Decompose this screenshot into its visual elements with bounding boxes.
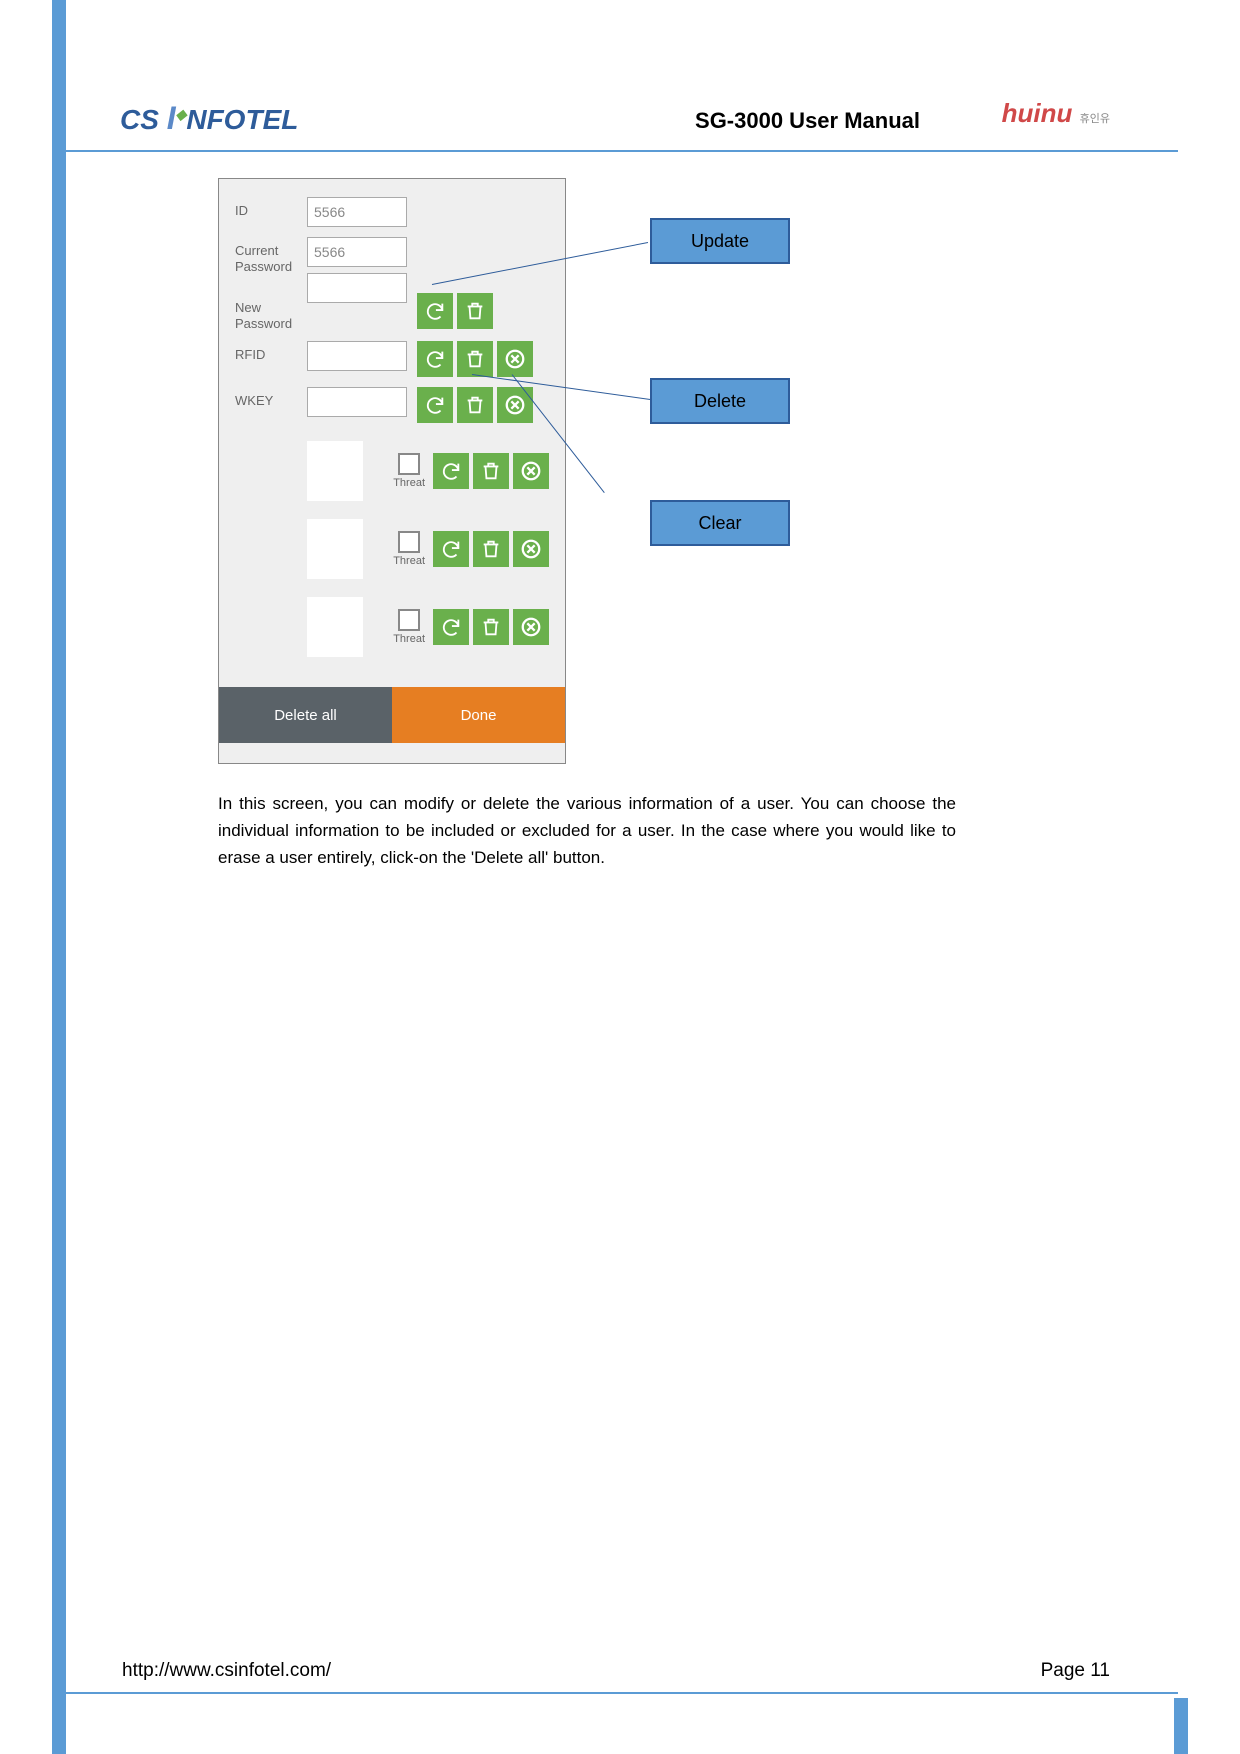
footer-rule — [60, 1692, 1178, 1694]
refresh-icon[interactable] — [433, 531, 469, 567]
thumb-row-1: Threat — [235, 441, 549, 501]
trash-icon[interactable] — [473, 609, 509, 645]
app-screenshot: ID Current Password New Password RFID — [218, 178, 566, 764]
trash-icon[interactable] — [457, 387, 493, 423]
threat-checkbox[interactable]: Threat — [393, 609, 425, 645]
clear-icon[interactable] — [513, 609, 549, 645]
refresh-icon[interactable] — [417, 293, 453, 329]
curpw-label: Current Password — [235, 237, 307, 274]
rfid-row: RFID — [235, 341, 549, 377]
refresh-icon[interactable] — [433, 453, 469, 489]
newpw-label: New Password — [235, 294, 307, 331]
left-accent-bar — [52, 0, 66, 1754]
wkey-input[interactable] — [307, 387, 407, 417]
rfid-label: RFID — [235, 341, 307, 362]
page-header: CS I◆NFOTEL SG-3000 User Manual huinu 휴인… — [120, 98, 1120, 138]
footer-url: http://www.csinfotel.com/ — [122, 1660, 331, 1682]
clear-icon[interactable] — [513, 453, 549, 489]
newpw-input[interactable] — [307, 273, 407, 303]
rfid-input[interactable] — [307, 341, 407, 371]
callout-update: Update — [650, 218, 790, 264]
logo-huinu: huinu 휴인유 — [1002, 98, 1110, 129]
done-button[interactable]: Done — [392, 687, 565, 743]
refresh-icon[interactable] — [417, 387, 453, 423]
refresh-icon[interactable] — [433, 609, 469, 645]
clear-icon[interactable] — [513, 531, 549, 567]
callout-delete: Delete — [650, 378, 790, 424]
body-paragraph: In this screen, you can modify or delete… — [218, 790, 956, 872]
trash-icon[interactable] — [457, 341, 493, 377]
id-row: ID — [235, 197, 549, 227]
threat-checkbox[interactable]: Threat — [393, 453, 425, 489]
id-input[interactable] — [307, 197, 407, 227]
footer-buttons: Delete all Done — [219, 687, 565, 743]
thumb-row-2: Threat — [235, 519, 549, 579]
footer-page: Page 11 — [1041, 1660, 1110, 1682]
trash-icon[interactable] — [457, 293, 493, 329]
thumbnail — [307, 597, 363, 657]
threat-checkbox[interactable]: Threat — [393, 531, 425, 567]
clear-icon[interactable] — [497, 341, 533, 377]
callout-clear: Clear — [650, 500, 790, 546]
trash-icon[interactable] — [473, 531, 509, 567]
wkey-label: WKEY — [235, 387, 307, 408]
refresh-icon[interactable] — [417, 341, 453, 377]
trash-icon[interactable] — [473, 453, 509, 489]
delete-all-button[interactable]: Delete all — [219, 687, 392, 743]
thumbnail — [307, 441, 363, 501]
curpw-input[interactable] — [307, 237, 407, 267]
header-rule — [60, 150, 1178, 152]
id-label: ID — [235, 197, 307, 218]
manual-title: SG-3000 User Manual — [695, 108, 920, 134]
logo-csinfotel: CS I◆NFOTEL — [120, 100, 298, 137]
thumbnail — [307, 519, 363, 579]
thumb-row-3: Threat — [235, 597, 549, 657]
wkey-row: WKEY — [235, 387, 549, 423]
password-row: Current Password New Password — [235, 237, 549, 331]
right-accent-bar — [1174, 1698, 1188, 1754]
